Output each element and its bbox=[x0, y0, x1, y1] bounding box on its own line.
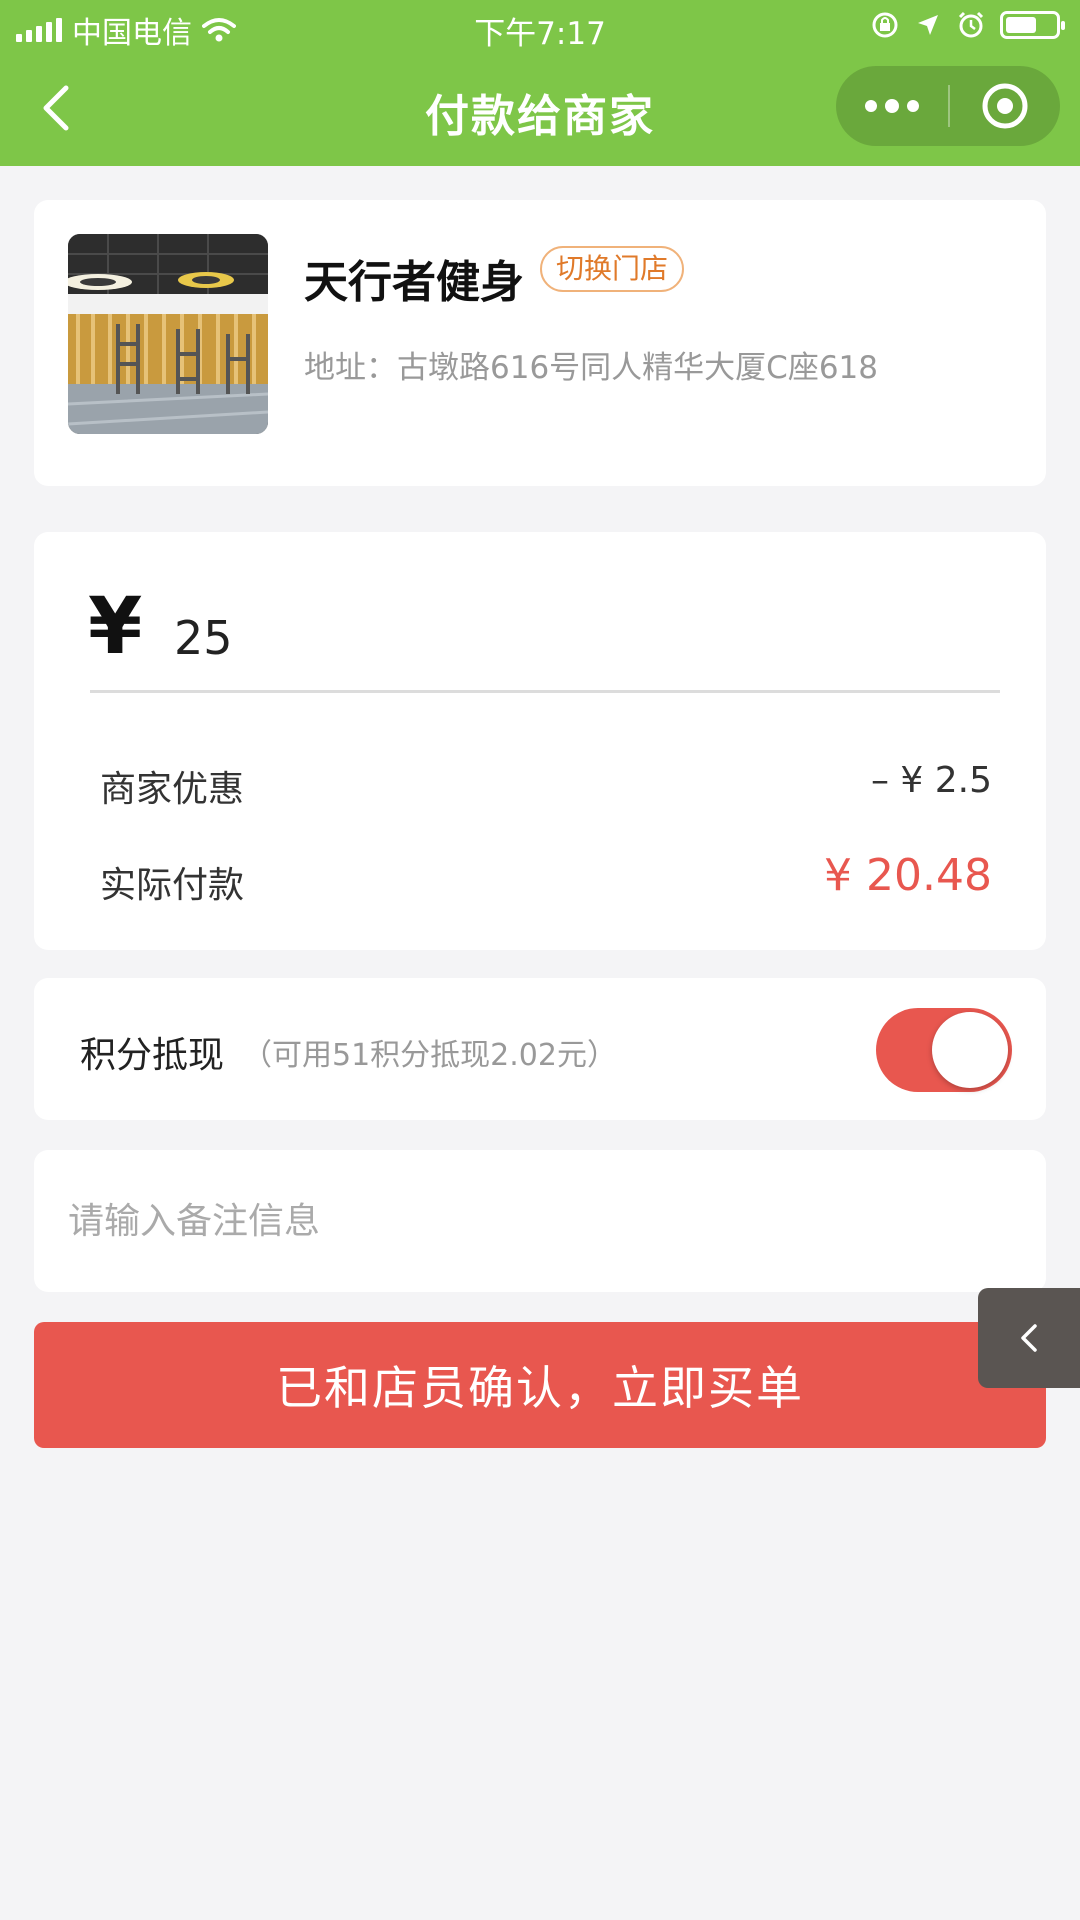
amount-input[interactable] bbox=[174, 588, 674, 688]
chevron-left-icon bbox=[1021, 1324, 1037, 1352]
battery-icon bbox=[1000, 11, 1065, 39]
points-card: 积分抵现 （可用51积分抵现2.02元） bbox=[34, 978, 1046, 1120]
target-circle-icon bbox=[982, 83, 1028, 129]
pay-now-button[interactable]: 已和店员确认，立即买单 bbox=[34, 1322, 1046, 1448]
side-drawer-tab[interactable] bbox=[978, 1288, 1080, 1388]
store-photo bbox=[68, 234, 268, 434]
store-name: 天行者健身 bbox=[304, 257, 524, 308]
discount-value: – ¥ 2.5 bbox=[870, 760, 992, 801]
actual-payment-label: 实际付款 bbox=[100, 865, 245, 906]
actual-payment-value: ¥ 20.48 bbox=[824, 850, 992, 901]
switch-store-button[interactable]: 切换门店 bbox=[540, 246, 685, 292]
more-button[interactable] bbox=[836, 66, 948, 146]
points-label: 积分抵现 bbox=[80, 1035, 225, 1076]
close-mini-program-button[interactable] bbox=[950, 66, 1060, 146]
more-dots-icon bbox=[865, 99, 919, 113]
points-hint: （可用51积分抵现2.02元） bbox=[242, 1038, 617, 1073]
rotation-lock-icon bbox=[872, 12, 898, 38]
nav-bar: 付款给商家 bbox=[0, 56, 1080, 166]
toggle-knob bbox=[932, 1012, 1008, 1088]
alarm-icon bbox=[958, 11, 984, 38]
store-card: 天行者健身 切换门店 地址：古墩路616号同人精华大厦C座618 bbox=[34, 200, 1046, 486]
note-input[interactable] bbox=[68, 1186, 1008, 1256]
status-bar: 中国电信 下午7:17 bbox=[0, 0, 1080, 56]
amount-card: ¥ 商家优惠 – ¥ 2.5 实际付款 ¥ 20.48 bbox=[34, 532, 1046, 950]
status-right bbox=[870, 10, 1065, 40]
currency-symbol: ¥ bbox=[88, 582, 143, 672]
mini-program-capsule bbox=[836, 66, 1060, 146]
amount-divider bbox=[90, 690, 1000, 693]
location-icon bbox=[918, 15, 938, 35]
discount-label: 商家优惠 bbox=[100, 769, 245, 810]
top-bar: 中国电信 下午7:17 付款给商家 bbox=[0, 0, 1080, 166]
store-address: 地址：古墩路616号同人精华大厦C座618 bbox=[304, 350, 878, 386]
points-toggle[interactable] bbox=[876, 1008, 1012, 1092]
note-card bbox=[34, 1150, 1046, 1292]
